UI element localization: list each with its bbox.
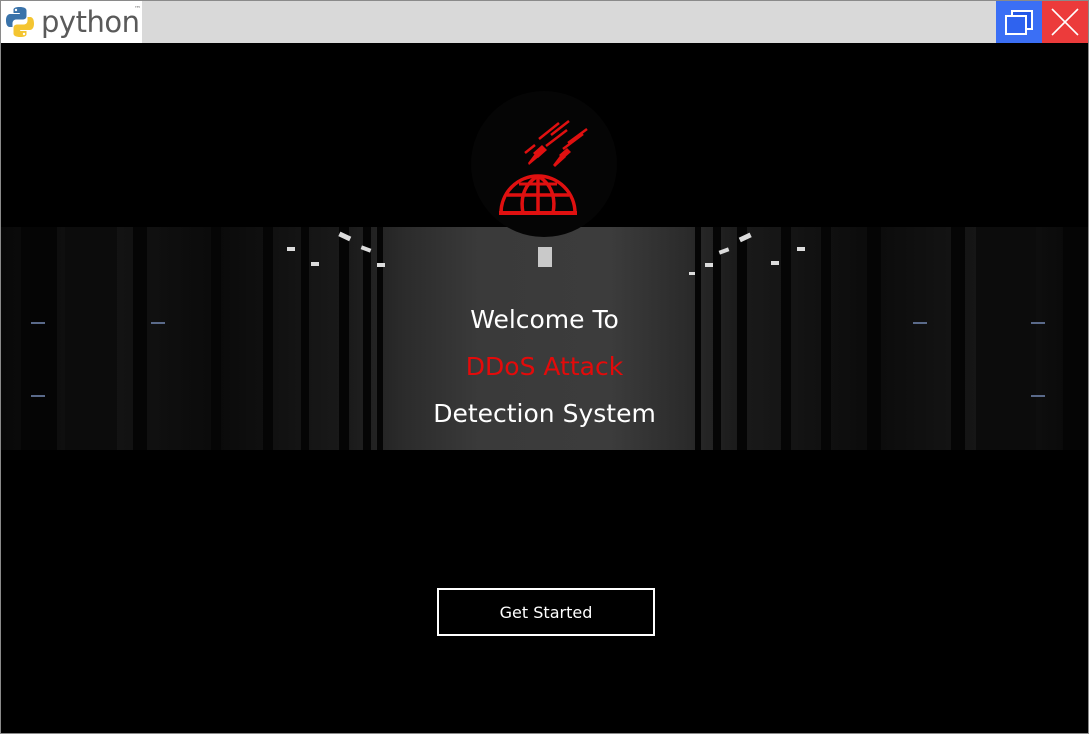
python-logo-icon (6, 7, 34, 37)
app-logo: python ™ (1, 1, 142, 43)
ddos-attack-globe-icon (471, 91, 617, 237)
maximize-icon (1005, 10, 1033, 35)
trademark-mark: ™ (134, 5, 141, 13)
title-bar[interactable]: python ™ (1, 1, 1088, 43)
welcome-line-3: Detection System (433, 399, 656, 428)
maximize-button[interactable] (996, 1, 1042, 43)
welcome-line-2: DDoS Attack (465, 352, 624, 381)
close-icon (1051, 8, 1079, 36)
app-logo-text: python (41, 4, 140, 39)
app-window: python ™ Welcome To DDoS Attack Detectio… (0, 0, 1089, 734)
main-content: Welcome To DDoS Attack Detection System … (1, 43, 1088, 733)
get-started-button[interactable]: Get Started (437, 588, 655, 636)
welcome-line-1: Welcome To (470, 305, 619, 334)
close-button[interactable] (1042, 1, 1088, 43)
